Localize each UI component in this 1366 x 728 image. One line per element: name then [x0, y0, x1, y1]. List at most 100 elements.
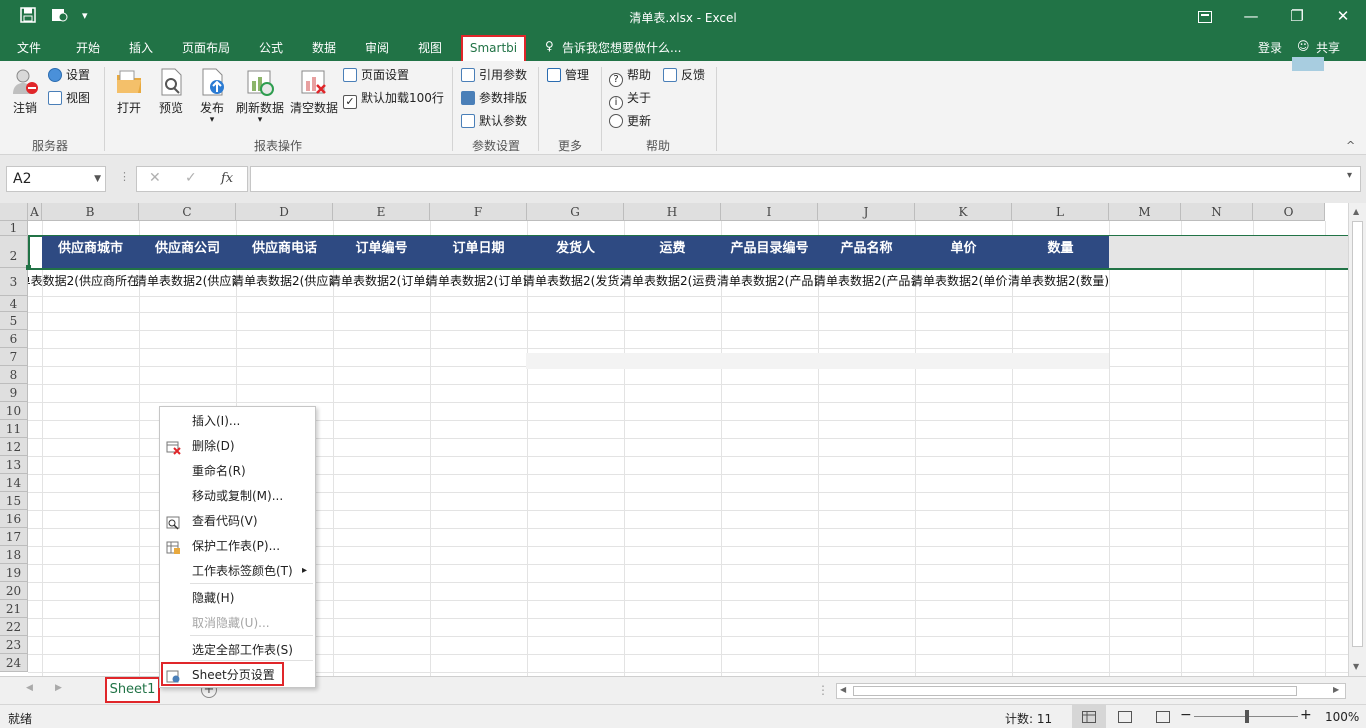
- refresh-dropdown-icon[interactable]: ▾: [234, 116, 286, 125]
- tab-insert[interactable]: 插入: [129, 39, 153, 56]
- formula-input[interactable]: [250, 166, 1361, 192]
- tab-home[interactable]: 开始: [76, 39, 100, 56]
- zoom-level[interactable]: 100%: [1325, 710, 1359, 724]
- fill-handle[interactable]: [26, 265, 31, 270]
- row-header-16[interactable]: 16: [0, 510, 28, 528]
- tab-view[interactable]: 视图: [418, 39, 442, 56]
- data-cell[interactable]: 清单表数据2(产品名称: [814, 272, 915, 290]
- share-icon[interactable]: ☺: [1297, 39, 1310, 53]
- hscroll-thumb[interactable]: [853, 686, 1297, 696]
- column-header-h[interactable]: H: [624, 203, 721, 221]
- data-cell[interactable]: 清单表数据2(运费: [620, 272, 721, 290]
- context-menu-item[interactable]: 工作表标签颜色(T) ▸: [160, 559, 315, 583]
- about-button[interactable]: i 关于: [609, 88, 651, 110]
- context-menu-item[interactable]: 查看代码(V): [160, 509, 315, 533]
- insert-function-button[interactable]: fx: [221, 171, 233, 186]
- header-cell[interactable]: 数量: [1012, 233, 1109, 265]
- name-box[interactable]: A2 ▼: [6, 166, 106, 192]
- cancel-icon[interactable]: ✕: [149, 170, 161, 186]
- minimize-icon[interactable]: —: [1228, 4, 1274, 30]
- row-header-11[interactable]: 11: [0, 420, 28, 438]
- enter-icon[interactable]: ✓: [185, 170, 197, 186]
- update-button[interactable]: 更新: [609, 111, 651, 131]
- column-header-l[interactable]: L: [1012, 203, 1109, 221]
- data-cell[interactable]: 清单表数据2(订单日期: [426, 272, 527, 290]
- vscroll-thumb[interactable]: [1352, 221, 1363, 647]
- help-button[interactable]: ? 帮助: [609, 65, 651, 87]
- page-layout-view-icon[interactable]: [1118, 711, 1132, 723]
- tab-review[interactable]: 审阅: [365, 39, 389, 56]
- row-header-7[interactable]: 7: [0, 348, 28, 366]
- row-header-17[interactable]: 17: [0, 528, 28, 546]
- zoom-out-button[interactable]: −: [1180, 707, 1192, 723]
- row-header-23[interactable]: 23: [0, 636, 28, 654]
- context-menu-item[interactable]: 重命名(R): [160, 459, 315, 483]
- row-header-14[interactable]: 14: [0, 474, 28, 492]
- column-header-k[interactable]: K: [915, 203, 1012, 221]
- hscroll-right-icon[interactable]: ▶: [1333, 685, 1339, 694]
- row-header-3[interactable]: 3: [0, 268, 28, 296]
- header-cell[interactable]: 供应商电话: [236, 233, 333, 265]
- default-params-button[interactable]: 默认参数: [461, 111, 527, 131]
- feedback-button[interactable]: 反馈: [663, 65, 705, 85]
- publish-dropdown-icon[interactable]: ▾: [196, 116, 228, 125]
- data-cell[interactable]: 清单表数据2(供应商电话: [232, 272, 333, 290]
- page-setup-button[interactable]: 页面设置: [343, 65, 409, 85]
- settings-button[interactable]: 设置: [48, 65, 90, 85]
- ref-params-button[interactable]: 引用参数: [461, 65, 527, 85]
- name-box-dropdown-icon[interactable]: ▼: [94, 167, 101, 191]
- param-layout-button[interactable]: 参数排版: [461, 88, 527, 108]
- tab-scroll-right-icon[interactable]: ▶: [55, 683, 62, 693]
- column-header-i[interactable]: I: [721, 203, 818, 221]
- logout-button[interactable]: 注销: [8, 67, 42, 116]
- row-header-21[interactable]: 21: [0, 600, 28, 618]
- column-header-a[interactable]: A: [28, 203, 42, 221]
- row-header-9[interactable]: 9: [0, 384, 28, 402]
- data-cell[interactable]: 清单表数据2(发货人: [523, 272, 624, 290]
- scroll-down-icon[interactable]: ▼: [1353, 662, 1359, 671]
- default-load-checkbox[interactable]: ✓ 默认加载100行: [343, 88, 444, 109]
- row-header-22[interactable]: 22: [0, 618, 28, 636]
- context-menu-item[interactable]: 插入(I)...: [160, 409, 315, 433]
- header-cell[interactable]: 订单编号: [333, 233, 430, 265]
- column-header-d[interactable]: D: [236, 203, 333, 221]
- close-icon[interactable]: ✕: [1320, 4, 1366, 30]
- header-cell[interactable]: 产品名称: [818, 233, 915, 265]
- open-button[interactable]: 打开: [113, 67, 145, 116]
- row-header-2[interactable]: 2: [0, 236, 28, 268]
- select-all-corner[interactable]: [0, 203, 28, 221]
- row-header-13[interactable]: 13: [0, 456, 28, 474]
- header-cell[interactable]: 运费: [624, 233, 721, 265]
- header-cell[interactable]: 单价: [915, 233, 1012, 265]
- header-cell[interactable]: 订单日期: [430, 233, 527, 265]
- tab-smartbi[interactable]: Smartbi: [461, 35, 526, 61]
- context-menu-item[interactable]: 选定全部工作表(S): [160, 638, 315, 662]
- expand-formula-bar-icon[interactable]: ▾: [1347, 170, 1352, 181]
- refresh-data-button[interactable]: 刷新数据 ▾: [234, 67, 286, 125]
- horizontal-scrollbar[interactable]: ◀ ▶: [836, 683, 1346, 699]
- column-header-e[interactable]: E: [333, 203, 430, 221]
- data-cell[interactable]: 清单表数据2(供应商所在: [28, 272, 139, 290]
- column-header-n[interactable]: N: [1181, 203, 1253, 221]
- tab-split-grip-icon[interactable]: ⋮: [817, 683, 829, 697]
- zoom-slider-thumb[interactable]: [1245, 710, 1249, 723]
- row-header-4[interactable]: 4: [0, 296, 28, 312]
- column-header-b[interactable]: B: [42, 203, 139, 221]
- row-header-12[interactable]: 12: [0, 438, 28, 456]
- tab-data[interactable]: 数据: [312, 39, 336, 56]
- header-cell[interactable]: 供应商公司: [139, 233, 236, 265]
- context-menu-item[interactable]: 取消隐藏(U)...: [160, 611, 315, 635]
- row-header-6[interactable]: 6: [0, 330, 28, 348]
- row-header-1[interactable]: 1: [0, 221, 28, 236]
- collapse-ribbon-icon[interactable]: ^: [1346, 139, 1355, 152]
- manage-button[interactable]: 管理: [547, 65, 589, 85]
- hscroll-left-icon[interactable]: ◀: [840, 685, 846, 694]
- row-header-20[interactable]: 20: [0, 582, 28, 600]
- vertical-scrollbar[interactable]: ▲ ▼: [1348, 203, 1366, 676]
- column-header-o[interactable]: O: [1253, 203, 1325, 221]
- row-header-10[interactable]: 10: [0, 402, 28, 420]
- zoom-in-button[interactable]: +: [1300, 707, 1312, 723]
- preview-button[interactable]: 预览: [155, 67, 187, 116]
- context-menu-item[interactable]: 删除(D): [160, 434, 315, 458]
- scroll-up-icon[interactable]: ▲: [1353, 207, 1359, 216]
